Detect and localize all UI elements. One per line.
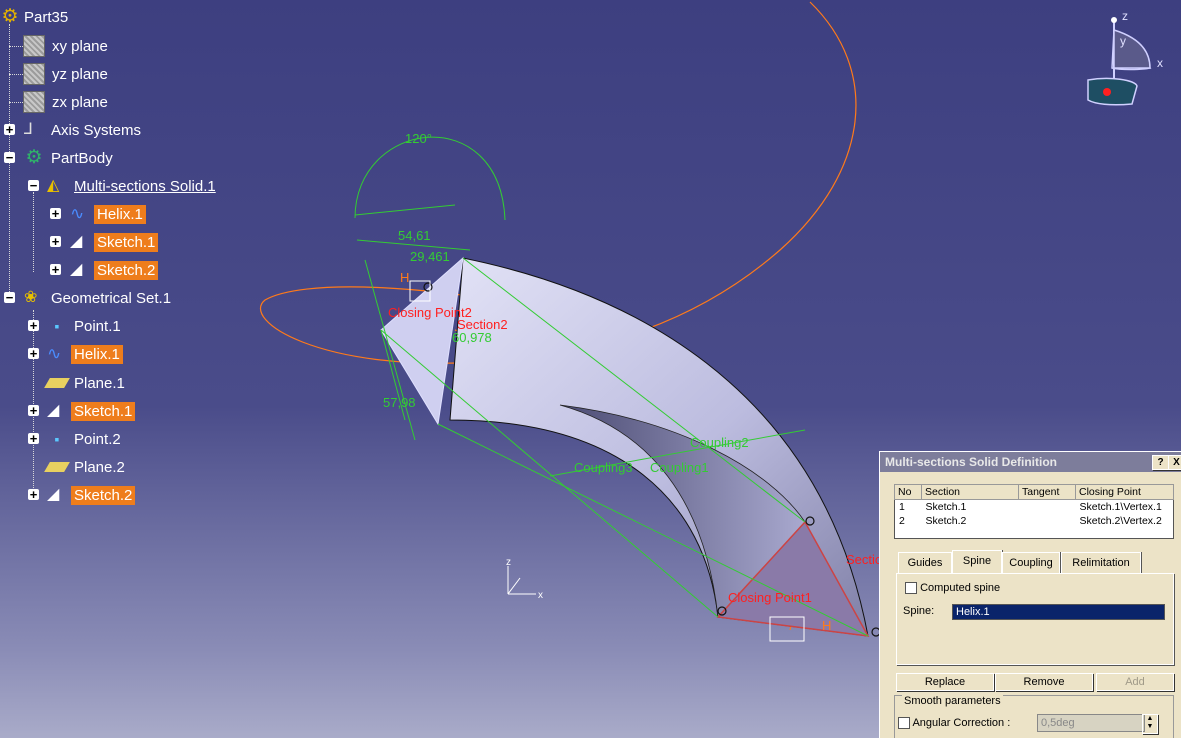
svg-text:x: x [1157, 56, 1163, 70]
dimension-29-461[interactable]: 29,461 [410, 249, 450, 264]
expand-icon[interactable]: + [50, 263, 61, 276]
column-header-no[interactable]: No [894, 484, 922, 500]
svg-text:z: z [1122, 9, 1128, 23]
expand-icon[interactable]: + [28, 432, 39, 445]
collapse-icon[interactable]: − [28, 179, 39, 192]
sketch-icon: ◢ [47, 402, 60, 419]
sketch-icon: ◢ [47, 486, 60, 503]
spine-field[interactable]: Helix.1 [952, 604, 1165, 620]
angular-correction-field[interactable]: 0,5deg [1037, 714, 1145, 732]
sections-table[interactable]: No Section Tangent Closing Point 1 Sketc… [894, 484, 1174, 539]
tree-node-partbody[interactable]: ⚙ PartBody [24, 147, 116, 169]
multi-sections-solid-dialog[interactable]: Multi-sections Solid Definition ? X No S… [879, 451, 1181, 738]
tree-node-plane-2[interactable]: Plane.2 [44, 456, 128, 478]
coupling3-label[interactable]: Coupling3 [574, 460, 633, 475]
expand-icon[interactable]: + [50, 235, 61, 248]
tab-guides[interactable]: Guides [898, 552, 952, 573]
angle-dimension[interactable]: 120° [405, 131, 432, 146]
axis-system-icon: ⅃ [24, 121, 33, 138]
point-icon: ▪ [54, 318, 60, 334]
tree-node-sketch-1-geo[interactable]: ◢ Sketch.1 [47, 400, 136, 422]
dimension-60-978[interactable]: 60,978 [452, 330, 492, 345]
tree-node-geometrical-set[interactable]: ❀ Geometrical Set.1 [24, 287, 174, 309]
angular-correction-row[interactable]: Angular Correction : [898, 717, 1010, 730]
spine-label: Spine: [903, 605, 935, 617]
dimension-54-61[interactable]: 54,61 [398, 228, 431, 243]
tree-node-yz-plane[interactable]: yz plane [23, 63, 111, 85]
tree-node-sketch-1[interactable]: ◢ Sketch.1 [70, 231, 159, 253]
helix-icon: ∿ [70, 204, 85, 223]
expand-icon[interactable]: + [28, 488, 39, 501]
tree-node-helix-1-geo[interactable]: ∿ Helix.1 [47, 343, 123, 365]
3d-viewport[interactable]: 120° 54,61 29,461 60,978 57,98 Closing P… [0, 0, 1181, 738]
h-marker-top: H [400, 270, 409, 285]
helix-icon: ∿ [47, 344, 62, 363]
plane-icon [44, 462, 70, 472]
geometrical-set-icon: ❀ [24, 289, 38, 306]
smooth-parameters-title: Smooth parameters [902, 695, 1003, 707]
spine-tab-panel: Computed spine Spine: Helix.1 [896, 573, 1174, 665]
sketch-icon: ◢ [70, 233, 83, 250]
computed-spine-checkbox[interactable] [905, 582, 917, 595]
add-button[interactable]: Add [1096, 673, 1174, 691]
remove-button[interactable]: Remove [995, 673, 1093, 691]
column-header-closing-point[interactable]: Closing Point [1075, 484, 1174, 500]
tree-node-zx-plane[interactable]: zx plane [23, 91, 111, 113]
tab-spine[interactable]: Spine [952, 550, 1002, 574]
plane-icon [44, 378, 70, 388]
table-row[interactable]: 1 Sketch.1 Sketch.1\Vertex.1 [895, 500, 1174, 515]
section2-label[interactable]: Section2 [457, 317, 508, 332]
expand-icon[interactable]: + [28, 404, 39, 417]
h-marker-bottom: H [822, 618, 831, 633]
dimension-57-98[interactable]: 57,98 [383, 395, 416, 410]
tree-node-axis-systems[interactable]: ⅃ Axis Systems [24, 119, 144, 141]
compass-icon[interactable]: z y x [1087, 9, 1163, 106]
tree-node-point-2[interactable]: ▪ Point.2 [47, 428, 124, 450]
coupling2-label[interactable]: Coupling2 [690, 435, 749, 450]
section1-label-partial[interactable]: Sectio [846, 552, 882, 567]
tab-coupling[interactable]: Coupling [1002, 552, 1060, 573]
close-button[interactable]: X [1168, 455, 1181, 470]
coupling1-label[interactable]: Coupling1 [650, 460, 709, 475]
table-row[interactable]: 2 Sketch.2 Sketch.2\Vertex.2 [895, 514, 1174, 528]
collapse-icon[interactable]: − [4, 291, 15, 304]
angular-correction-spinner[interactable]: ▲ ▼ [1142, 714, 1158, 734]
plane-icon [23, 35, 45, 57]
expand-icon[interactable]: + [28, 347, 39, 360]
tree-node-plane-1[interactable]: Plane.1 [44, 372, 128, 394]
svg-text:y: y [1120, 34, 1126, 48]
body-icon: ⚙ [25, 147, 43, 168]
tree-node-sketch-2-geo[interactable]: ◢ Sketch.2 [47, 484, 136, 506]
tab-relimitation[interactable]: Relimitation [1061, 552, 1141, 573]
closing-point1-label[interactable]: Closing Point1 [728, 590, 812, 605]
angular-correction-checkbox[interactable] [898, 717, 910, 730]
expand-icon[interactable]: + [4, 123, 15, 136]
plane-icon [23, 63, 45, 85]
tree-node-multi-sections-solid[interactable]: ◭ Multi-sections Solid.1 [47, 175, 219, 197]
column-header-tangent[interactable]: Tangent [1018, 484, 1076, 500]
tree-node-xy-plane[interactable]: xy plane [23, 35, 111, 57]
column-header-section[interactable]: Section [921, 484, 1019, 500]
collapse-icon[interactable]: − [4, 151, 15, 164]
tree-root[interactable]: ⚙ Part35 [0, 6, 71, 28]
specification-tree[interactable]: ⚙ Part35 xy plane yz plane zx plane + ⅃ … [0, 0, 260, 520]
svg-text:x: x [538, 590, 543, 601]
computed-spine-row[interactable]: Computed spine [905, 582, 1000, 595]
tree-node-sketch-2[interactable]: ◢ Sketch.2 [70, 259, 159, 281]
tree-node-helix-1[interactable]: ∿ Helix.1 [70, 203, 146, 225]
help-button[interactable]: ? [1152, 455, 1169, 470]
sketch-icon: ◢ [70, 261, 83, 278]
replace-button[interactable]: Replace [896, 673, 994, 691]
point-icon: ▪ [54, 431, 60, 447]
tree-node-point-1[interactable]: ▪ Point.1 [47, 315, 124, 337]
dialog-title[interactable]: Multi-sections Solid Definition [880, 452, 1181, 472]
svg-text:z: z [506, 557, 511, 568]
part-icon: ⚙ [1, 6, 19, 27]
mini-axis-icon: z x [506, 557, 543, 601]
multi-section-solid-icon: ◭ [47, 177, 60, 194]
expand-icon[interactable]: + [28, 319, 39, 332]
expand-icon[interactable]: + [50, 207, 61, 220]
plane-icon [23, 91, 45, 113]
